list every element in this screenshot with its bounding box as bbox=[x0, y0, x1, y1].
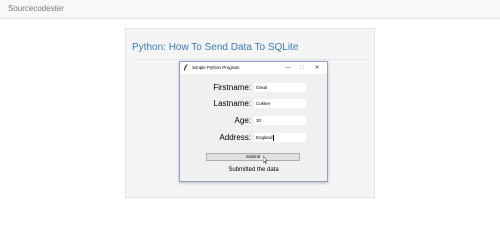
age-label: Age: bbox=[234, 116, 251, 125]
firstname-label: Firstname: bbox=[213, 83, 251, 92]
mouse-pointer-icon bbox=[263, 156, 268, 164]
status-message: Submitted the data bbox=[228, 167, 279, 173]
firstname-field[interactable]: Geral bbox=[254, 83, 306, 92]
feather-icon bbox=[184, 64, 188, 71]
brand-link[interactable]: Sourcecodester bbox=[8, 4, 64, 14]
window-title: Simple Python Program bbox=[192, 65, 240, 70]
minimize-button[interactable]: — bbox=[283, 64, 293, 72]
lastname-label: Lastname: bbox=[213, 99, 251, 108]
address-label: Address: bbox=[219, 133, 251, 142]
close-button[interactable]: ✕ bbox=[312, 64, 322, 72]
page-title: Python: How To Send Data To SQLite bbox=[132, 42, 299, 53]
navbar: Sourcecodester bbox=[0, 0, 500, 19]
submit-button[interactable]: Submit bbox=[206, 153, 300, 161]
age-field[interactable]: 30 bbox=[254, 116, 306, 125]
address-value: England bbox=[256, 135, 273, 140]
window-titlebar[interactable]: Simple Python Program — ☐ ✕ bbox=[180, 62, 327, 74]
app-window: Simple Python Program — ☐ ✕ Firstname: G… bbox=[179, 61, 328, 182]
maximize-button[interactable]: ☐ bbox=[297, 64, 307, 72]
text-caret bbox=[273, 134, 274, 141]
lastname-field[interactable]: Cokker bbox=[254, 99, 306, 108]
content-panel: Python: How To Send Data To SQLite Simpl… bbox=[125, 28, 375, 198]
address-field[interactable]: England bbox=[254, 133, 306, 142]
divider bbox=[132, 59, 370, 60]
